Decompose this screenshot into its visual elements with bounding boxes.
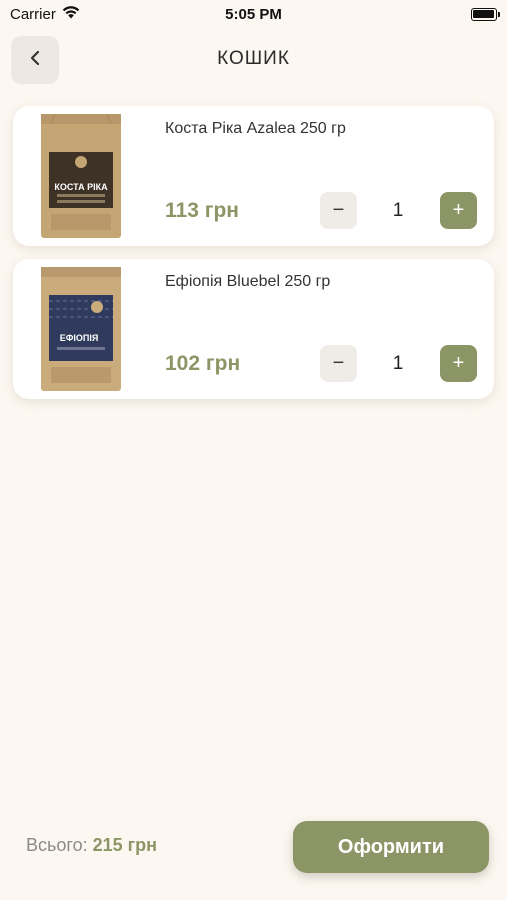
total-label: Всього: xyxy=(26,835,88,855)
product-image: ЕФІОПІЯ xyxy=(27,265,135,391)
status-bar: Carrier 5:05 PM xyxy=(0,0,507,28)
product-price: 113 грн xyxy=(165,199,239,222)
checkout-button[interactable]: Оформити xyxy=(293,821,489,873)
increase-quantity-button[interactable]: + xyxy=(440,192,477,229)
page-title: КОШИК xyxy=(217,48,290,69)
minus-icon: − xyxy=(332,352,345,374)
cart-total: Всього: 215 грн xyxy=(26,835,157,856)
total-amount: 215 грн xyxy=(92,835,157,855)
quantity-value: 1 xyxy=(392,200,404,221)
product-name: Коста Ріка Azalea 250 гр xyxy=(165,120,346,137)
decrease-quantity-button[interactable]: − xyxy=(320,345,357,382)
status-left: Carrier xyxy=(10,6,150,23)
status-time: 5:05 PM xyxy=(225,5,282,23)
plus-icon: + xyxy=(452,352,465,374)
battery-icon xyxy=(470,7,500,21)
decrease-quantity-button[interactable]: − xyxy=(320,192,357,229)
product-image: КОСТА РІКА xyxy=(27,112,135,238)
minus-icon: − xyxy=(332,199,345,221)
package-label: КОСТА РІКА xyxy=(54,182,108,192)
cart-item: КОСТА РІКА Коста Ріка Azalea 250 гр 113 … xyxy=(13,106,494,246)
product-name: Ефіопія Bluebel 250 гр xyxy=(165,273,331,290)
quantity-value: 1 xyxy=(392,353,404,374)
coffee-bag-image: КОСТА РІКА xyxy=(41,114,121,238)
wifi-icon xyxy=(62,5,80,23)
cart-item: ЕФІОПІЯ Ефіопія Bluebel 250 гр 102 грн −… xyxy=(13,259,494,399)
cart-screen: Carrier 5:05 PM КОШИК КОСТА РІКА Коста Р… xyxy=(0,0,507,900)
coffee-bag-image: ЕФІОПІЯ xyxy=(41,267,121,391)
increase-quantity-button[interactable]: + xyxy=(440,345,477,382)
status-right xyxy=(357,7,500,21)
plus-icon: + xyxy=(452,199,465,221)
product-price: 102 грн xyxy=(165,352,241,375)
package-label: ЕФІОПІЯ xyxy=(60,333,99,343)
carrier-label: Carrier xyxy=(10,5,56,23)
